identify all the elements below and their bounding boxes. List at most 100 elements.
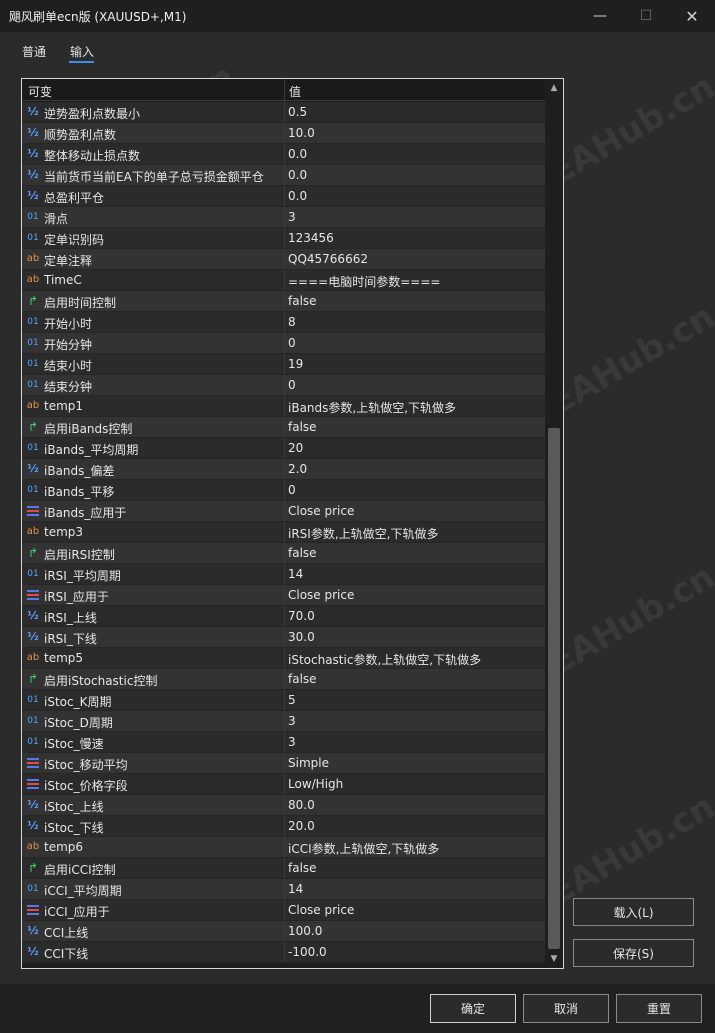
parameter-value-cell[interactable]: 3 [285,207,545,227]
column-header-value[interactable]: 值 [289,83,301,100]
ok-button[interactable]: 确定 [430,994,516,1023]
table-row[interactable]: 01 iRSI_平均周期 14 [22,564,545,585]
save-button[interactable]: 保存(S) [573,939,694,967]
parameter-value-cell[interactable]: 80.0 [285,795,545,815]
parameter-value[interactable]: false [288,294,317,308]
parameter-value[interactable]: 123456 [288,231,334,245]
parameter-value[interactable]: iBands参数,上轨做空,下轨做多 [288,399,456,416]
parameter-value-cell[interactable]: -100.0 [285,942,545,962]
parameter-value[interactable]: Close price [288,903,354,917]
parameter-value-cell[interactable]: 0.0 [285,186,545,206]
close-icon[interactable]: ✕ [669,0,715,32]
parameter-value-cell[interactable]: 0.0 [285,144,545,164]
parameter-value[interactable]: false [288,546,317,560]
parameter-value-cell[interactable]: iCCI参数,上轨做空,下轨做多 [285,837,545,857]
parameter-value-cell[interactable]: 0.0 [285,165,545,185]
scroll-down-arrow-icon[interactable]: ▼ [545,950,563,968]
column-divider[interactable] [284,79,285,101]
column-header-variable[interactable]: 可变 [28,83,52,100]
table-row[interactable]: iRSI_应用于 Close price [22,585,545,606]
parameter-value-cell[interactable]: false [285,858,545,878]
table-row[interactable]: 01 开始分钟 0 [22,333,545,354]
minimize-icon[interactable]: — [577,0,623,32]
parameter-value[interactable]: QQ45766662 [288,252,368,266]
parameter-value[interactable]: 14 [288,567,303,581]
parameter-value-cell[interactable]: 3 [285,711,545,731]
parameter-value-cell[interactable]: 14 [285,564,545,584]
table-row[interactable]: 01 开始小时 8 [22,312,545,333]
parameter-value[interactable]: 0.0 [288,168,307,182]
parameter-value-cell[interactable]: QQ45766662 [285,249,545,269]
parameter-value-cell[interactable]: 0.5 [285,102,545,122]
table-row[interactable]: 01 滑点 3 [22,207,545,228]
table-row[interactable]: ½ 整体移动止损点数 0.0 [22,144,545,165]
table-row[interactable]: 01 iStoc_D周期 3 [22,711,545,732]
parameter-value[interactable]: Close price [288,504,354,518]
parameter-value[interactable]: 3 [288,735,296,749]
table-row[interactable]: ab 定单注释 QQ45766662 [22,249,545,270]
parameter-value[interactable]: 8 [288,315,296,329]
table-row[interactable]: ↱ 启用iStochastic控制 false [22,669,545,690]
maximize-icon[interactable]: ☐ [623,0,669,32]
table-row[interactable]: ½ CCI上线 100.0 [22,921,545,942]
parameter-value-cell[interactable]: Close price [285,585,545,605]
table-row[interactable]: ½ 总盈利平仓 0.0 [22,186,545,207]
table-row[interactable]: 01 iBands_平移 0 [22,480,545,501]
parameter-value[interactable]: false [288,672,317,686]
table-row[interactable]: ↱ 启用时间控制 false [22,291,545,312]
parameter-value-cell[interactable]: 10.0 [285,123,545,143]
parameter-value-cell[interactable]: 70.0 [285,606,545,626]
tab-common[interactable]: 普通 [22,43,46,60]
parameter-value[interactable]: iStochastic参数,上轨做空,下轨做多 [288,651,481,668]
parameter-value-cell[interactable]: 0 [285,333,545,353]
parameter-value[interactable]: 30.0 [288,630,315,644]
table-row[interactable]: iStoc_价格字段 Low/High [22,774,545,795]
parameter-value-cell[interactable]: false [285,543,545,563]
parameter-value-cell[interactable]: 5 [285,690,545,710]
parameter-value[interactable]: 70.0 [288,609,315,623]
parameter-value-cell[interactable]: false [285,291,545,311]
parameter-value-cell[interactable]: 0 [285,375,545,395]
scrollbar-thumb[interactable] [548,428,560,949]
parameter-value[interactable]: 5 [288,693,296,707]
scroll-up-arrow-icon[interactable]: ▲ [545,79,563,97]
parameter-value-cell[interactable]: iRSI参数,上轨做空,下轨做多 [285,522,545,542]
parameter-value-cell[interactable]: Close price [285,501,545,521]
parameter-value-cell[interactable]: 0 [285,480,545,500]
parameter-value-cell[interactable]: ====电脑时间参数==== [285,270,545,290]
parameter-value[interactable]: false [288,420,317,434]
parameter-value[interactable]: 2.0 [288,462,307,476]
parameter-value[interactable]: 80.0 [288,798,315,812]
parameter-value-cell[interactable]: 100.0 [285,921,545,941]
table-row[interactable]: ½ 当前货币当前EA下的单子总亏损金额平仓 0.0 [22,165,545,186]
parameter-value[interactable]: 3 [288,714,296,728]
table-row[interactable]: ab temp3 iRSI参数,上轨做空,下轨做多 [22,522,545,543]
parameter-value-cell[interactable]: iStochastic参数,上轨做空,下轨做多 [285,648,545,668]
parameter-value-cell[interactable]: Simple [285,753,545,773]
parameter-value[interactable]: ====电脑时间参数==== [288,273,440,290]
table-row[interactable]: 01 iStoc_K周期 5 [22,690,545,711]
parameter-value[interactable]: 10.0 [288,126,315,140]
parameter-value-cell[interactable]: false [285,417,545,437]
tab-inputs[interactable]: 输入 [70,43,94,60]
parameter-value[interactable]: Simple [288,756,329,770]
parameter-value[interactable]: 0.0 [288,189,307,203]
parameter-value[interactable]: -100.0 [288,945,327,959]
table-row[interactable]: ½ CCI下线 -100.0 [22,942,545,963]
table-row[interactable]: 01 iBands_平均周期 20 [22,438,545,459]
table-row[interactable]: iStoc_移动平均 Simple [22,753,545,774]
table-row[interactable]: ½ iRSI_上线 70.0 [22,606,545,627]
parameter-value-cell[interactable]: 123456 [285,228,545,248]
table-row[interactable]: iCCI_应用于 Close price [22,900,545,921]
table-row[interactable]: ab TimeC ====电脑时间参数==== [22,270,545,291]
table-row[interactable]: 01 定单识别码 123456 [22,228,545,249]
table-row[interactable]: 01 结束分钟 0 [22,375,545,396]
table-row[interactable]: 01 iCCI_平均周期 14 [22,879,545,900]
parameter-value[interactable]: iCCI参数,上轨做空,下轨做多 [288,840,439,857]
table-row[interactable]: ab temp5 iStochastic参数,上轨做空,下轨做多 [22,648,545,669]
parameter-value-cell[interactable]: false [285,669,545,689]
parameter-value-cell[interactable]: 20.0 [285,816,545,836]
parameter-value[interactable]: Low/High [288,777,343,791]
parameter-value-cell[interactable]: iBands参数,上轨做空,下轨做多 [285,396,545,416]
parameter-value[interactable]: false [288,861,317,875]
